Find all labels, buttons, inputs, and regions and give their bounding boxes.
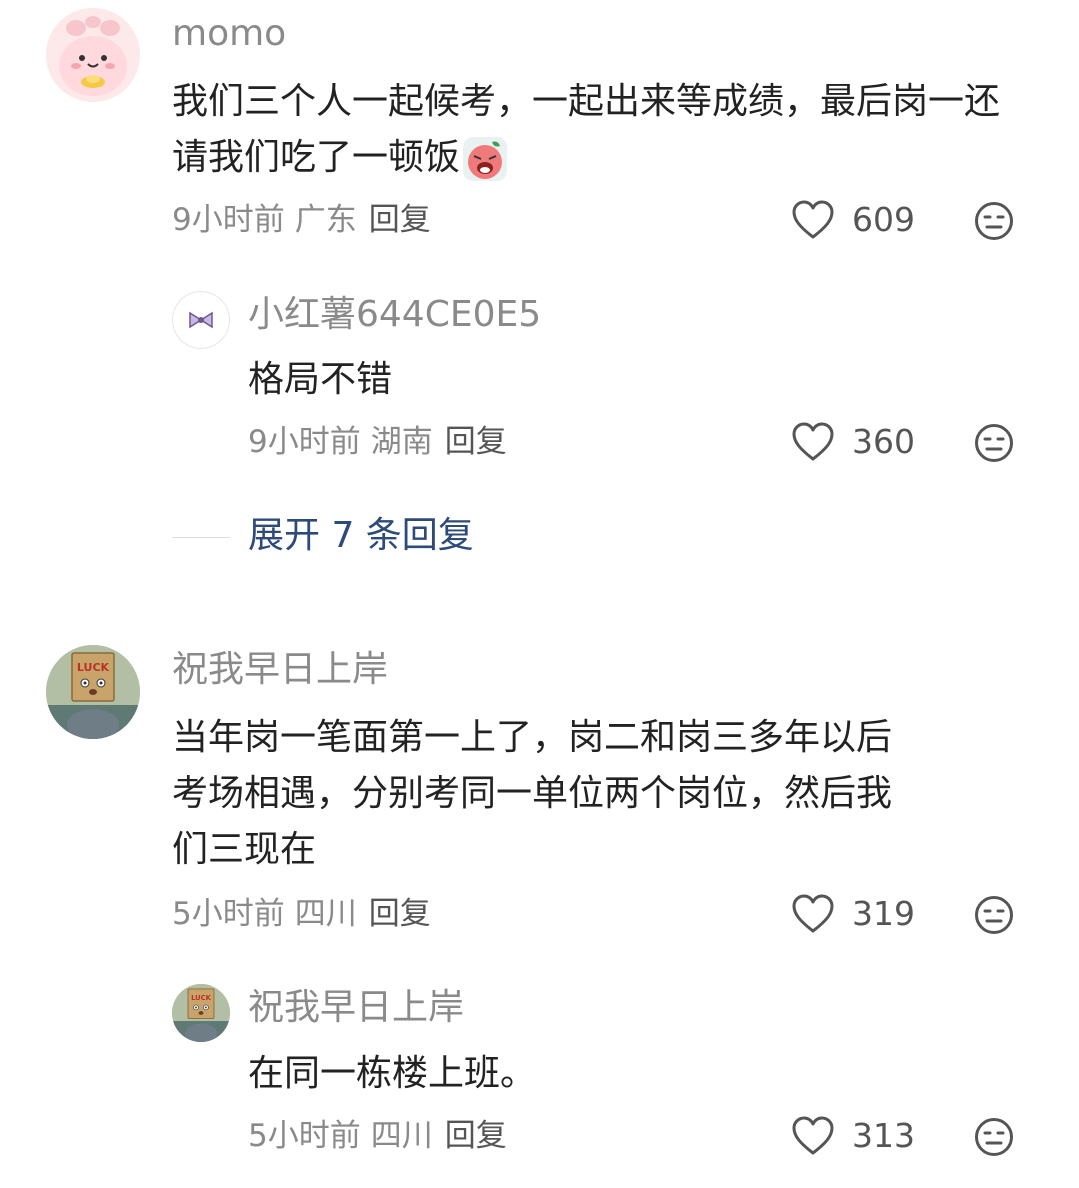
avatar[interactable]: LUCK — [46, 645, 140, 739]
reply-text: 格局不错 — [248, 359, 393, 400]
dislike-button[interactable] — [974, 895, 1014, 939]
comment-location: 广东 — [294, 202, 357, 238]
comment-location: 四川 — [294, 896, 357, 932]
crying-emoji-icon — [462, 136, 508, 182]
dislike-button[interactable] — [974, 423, 1014, 467]
luck-cat-avatar-icon: LUCK — [46, 645, 140, 739]
neutral-face-icon — [975, 202, 1013, 240]
heart-icon — [792, 1116, 834, 1155]
neutral-face-icon — [975, 1118, 1013, 1156]
avatar[interactable] — [46, 8, 140, 102]
pink-cartoon-avatar-icon — [46, 8, 140, 102]
comment-meta: 5小时前 四川 回复 — [172, 894, 431, 934]
expand-divider — [172, 537, 230, 538]
reply-time: 9小时前 — [248, 424, 361, 460]
heart-icon — [792, 894, 834, 933]
like-button[interactable]: 609 — [792, 200, 915, 240]
like-count: 313 — [852, 1116, 915, 1155]
like-button[interactable]: 360 — [792, 422, 915, 462]
comment-username[interactable]: 祝我早日上岸 — [172, 648, 388, 692]
neutral-face-icon — [975, 896, 1013, 934]
avatar[interactable] — [172, 291, 230, 349]
comment-text: 我们三个人一起候考，一起出来等成绩，最后岗一还请我们吃了一顿饭 — [172, 74, 1032, 186]
svg-text:LUCK: LUCK — [191, 994, 212, 1002]
reply-button[interactable]: 回复 — [445, 424, 507, 460]
reply-time: 5小时前 — [248, 1118, 361, 1154]
reply-username[interactable]: 祝我早日上岸 — [248, 986, 464, 1030]
reply-button[interactable]: 回复 — [445, 1118, 507, 1154]
luck-cat-avatar-icon: LUCK — [172, 984, 230, 1042]
reply-text: 在同一栋楼上班。 — [248, 1053, 537, 1094]
reply-button[interactable]: 回复 — [369, 896, 431, 932]
comment-text-body: 我们三个人一起候考，一起出来等成绩，最后岗一还请我们吃了一顿饭 — [172, 81, 1001, 178]
svg-text:LUCK: LUCK — [77, 661, 110, 674]
comment-text-line: 们三现在 — [172, 829, 317, 870]
comment-text-line: 考场相遇，分别考同一单位两个岗位，然后我 — [172, 773, 893, 814]
reply-meta: 5小时前 四川 回复 — [248, 1116, 507, 1156]
reply-button[interactable]: 回复 — [369, 202, 431, 238]
reply-meta: 9小时前 湖南 回复 — [248, 422, 507, 462]
comment-time: 9小时前 — [172, 202, 285, 238]
heart-icon — [792, 200, 834, 239]
comment-text-line: 当年岗一笔面第一上了，岗二和岗三多年以后 — [172, 717, 893, 758]
dislike-button[interactable] — [974, 1117, 1014, 1161]
comment-meta: 9小时前 广东 回复 — [172, 200, 431, 240]
reply-location: 湖南 — [370, 424, 433, 460]
dislike-button[interactable] — [974, 201, 1014, 245]
bow-avatar-icon — [189, 311, 213, 329]
reply-username[interactable]: 小红薯644CE0E5 — [248, 293, 541, 337]
reply-location: 四川 — [370, 1118, 433, 1154]
like-count: 609 — [852, 200, 915, 239]
comment-username[interactable]: momo — [172, 12, 286, 56]
heart-icon — [792, 422, 834, 461]
comment-time: 5小时前 — [172, 896, 285, 932]
avatar[interactable]: LUCK — [172, 984, 230, 1042]
expand-replies-button[interactable]: 展开 7 条回复 — [248, 514, 474, 558]
like-button[interactable]: 313 — [792, 1116, 915, 1156]
neutral-face-icon — [975, 424, 1013, 462]
like-button[interactable]: 319 — [792, 894, 915, 934]
comment-text: 当年岗一笔面第一上了，岗二和岗三多年以后 考场相遇，分别考同一单位两个岗位，然后… — [172, 710, 1032, 878]
like-count: 360 — [852, 422, 915, 461]
like-count: 319 — [852, 894, 915, 933]
